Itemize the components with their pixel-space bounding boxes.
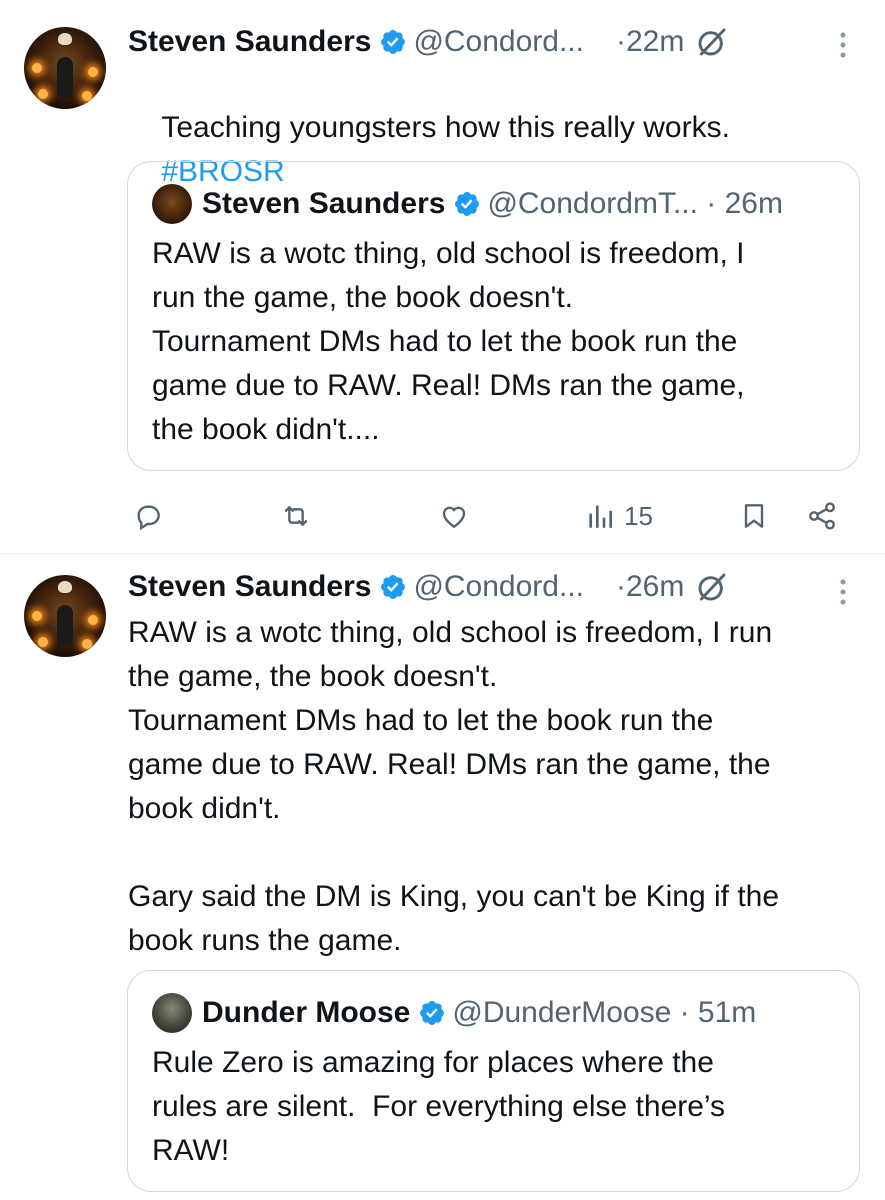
- quoted-tweet-text: RAW is a wotc thing, old school is freed…: [152, 237, 745, 446]
- quoted-author-handle: @DunderMoose · 51m: [452, 996, 757, 1029]
- quoted-tweet-header: Dunder Moose @DunderMoose · 51m: [152, 993, 756, 1033]
- verified-badge-icon: [381, 575, 406, 599]
- quoted-tweet[interactable]: Dunder Moose @DunderMoose · 51m Rule Zer…: [127, 970, 860, 1192]
- quoted-tweet[interactable]: Steven Saunders @CondordmT... · 26m RAW …: [127, 161, 860, 471]
- tweet-2[interactable]: Steven Saunders @Condord... ·26m RAW is …: [0, 555, 885, 1200]
- retweet-button[interactable]: [280, 492, 312, 540]
- reply-icon: [137, 505, 160, 531]
- share-icon: [809, 502, 835, 530]
- tweet-text: RAW is a wotc thing, old school is freed…: [128, 616, 780, 957]
- reply-button[interactable]: [132, 492, 164, 540]
- tweet-header: Steven Saunders @Condord... ·26m: [128, 567, 728, 607]
- timestamp[interactable]: ·22m: [616, 25, 684, 59]
- grok-icon[interactable]: [696, 26, 728, 58]
- retweet-icon: [284, 506, 308, 526]
- avatar[interactable]: [24, 575, 106, 657]
- author-name[interactable]: Steven Saunders: [128, 570, 371, 604]
- views-count: 15: [624, 500, 653, 531]
- views-icon: [589, 505, 612, 528]
- quoted-author-name: Steven Saunders: [202, 187, 446, 220]
- share-button[interactable]: [806, 492, 838, 540]
- grok-icon[interactable]: [696, 571, 728, 603]
- quoted-avatar: [152, 184, 192, 224]
- author-handle[interactable]: @Condord...: [413, 570, 584, 604]
- tweet-actions: 15: [0, 492, 885, 540]
- bookmark-button[interactable]: [738, 492, 770, 540]
- avatar[interactable]: [24, 27, 106, 109]
- quoted-author-name: Dunder Moose: [202, 996, 411, 1029]
- tweet-header: Steven Saunders @Condord... ·22m: [128, 22, 728, 62]
- verified-badge-icon: [381, 30, 406, 54]
- bookmark-icon: [744, 504, 764, 528]
- quoted-avatar: [152, 993, 192, 1033]
- like-button[interactable]: [438, 492, 470, 540]
- author-name[interactable]: Steven Saunders: [128, 25, 371, 59]
- like-icon: [442, 506, 466, 529]
- more-options-icon[interactable]: [838, 577, 848, 607]
- quoted-tweet-header: Steven Saunders @CondordmT... · 26m: [152, 184, 783, 224]
- quoted-author-handle: @CondordmT... · 26m: [487, 187, 783, 220]
- quoted-tweet-text: Rule Zero is amazing for places where th…: [152, 1046, 726, 1167]
- author-handle[interactable]: @Condord...: [413, 25, 584, 59]
- verified-badge-icon: [420, 1001, 445, 1025]
- tweet-1[interactable]: Steven Saunders @Condord... ·22m Teachin…: [0, 0, 885, 553]
- timestamp[interactable]: ·26m: [616, 570, 684, 604]
- views-button[interactable]: 15: [584, 492, 653, 540]
- verified-badge-icon: [455, 192, 480, 216]
- more-options-icon[interactable]: [838, 30, 848, 60]
